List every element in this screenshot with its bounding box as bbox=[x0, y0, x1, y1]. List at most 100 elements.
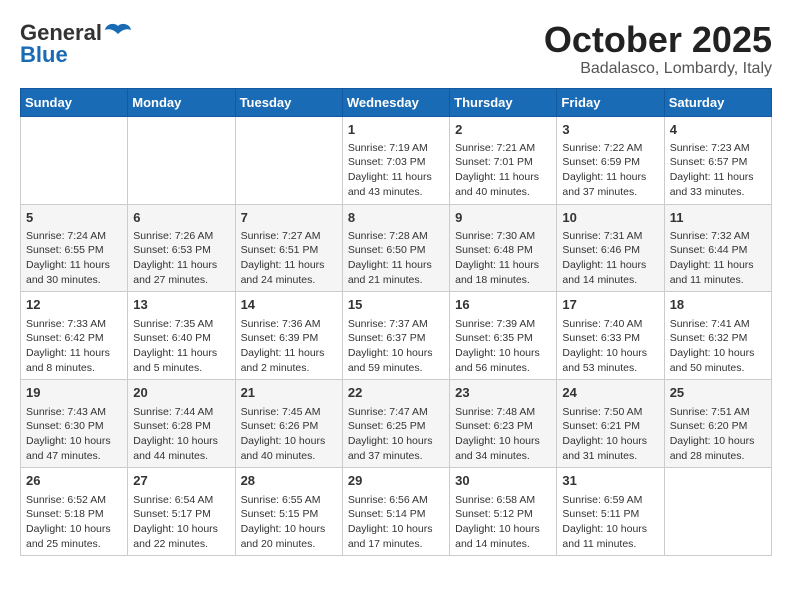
day-sunrise: Sunrise: 7:45 AM bbox=[241, 406, 321, 418]
day-sunset: Sunset: 6:30 PM bbox=[26, 420, 104, 432]
day-daylight: Daylight: 10 hours and 17 minutes. bbox=[348, 523, 433, 550]
day-daylight: Daylight: 11 hours and 33 minutes. bbox=[670, 171, 754, 198]
col-header-thursday: Thursday bbox=[450, 88, 557, 116]
calendar-cell: 24Sunrise: 7:50 AMSunset: 6:21 PMDayligh… bbox=[557, 380, 664, 468]
day-sunset: Sunset: 6:42 PM bbox=[26, 332, 104, 344]
day-number: 19 bbox=[26, 384, 122, 402]
calendar-cell: 3 Sunrise: 7:22 AM Sunset: 6:59 PM Daylight… bbox=[557, 116, 664, 204]
day-number: 1 bbox=[348, 121, 444, 139]
day-sunrise: Sunrise: 7:33 AM bbox=[26, 318, 106, 330]
day-number: 26 bbox=[26, 472, 122, 490]
day-sunrise: Sunrise: 7:21 AM bbox=[455, 142, 535, 154]
calendar-cell: 6Sunrise: 7:26 AMSunset: 6:53 PMDaylight… bbox=[128, 204, 235, 292]
day-sunset: Sunset: 7:03 PM bbox=[348, 156, 426, 168]
day-sunrise: Sunrise: 6:52 AM bbox=[26, 494, 106, 506]
col-header-sunday: Sunday bbox=[21, 88, 128, 116]
calendar-cell bbox=[21, 116, 128, 204]
day-daylight: Daylight: 10 hours and 40 minutes. bbox=[241, 435, 326, 462]
day-sunrise: Sunrise: 7:19 AM bbox=[348, 142, 428, 154]
day-daylight: Daylight: 10 hours and 50 minutes. bbox=[670, 347, 755, 374]
day-daylight: Daylight: 11 hours and 43 minutes. bbox=[348, 171, 432, 198]
day-daylight: Daylight: 10 hours and 47 minutes. bbox=[26, 435, 111, 462]
day-sunrise: Sunrise: 7:32 AM bbox=[670, 230, 750, 242]
day-daylight: Daylight: 10 hours and 56 minutes. bbox=[455, 347, 540, 374]
day-daylight: Daylight: 10 hours and 20 minutes. bbox=[241, 523, 326, 550]
day-daylight: Daylight: 11 hours and 24 minutes. bbox=[241, 259, 325, 286]
day-sunset: Sunset: 5:17 PM bbox=[133, 508, 211, 520]
day-daylight: Daylight: 11 hours and 8 minutes. bbox=[26, 347, 110, 374]
day-sunrise: Sunrise: 6:55 AM bbox=[241, 494, 321, 506]
day-sunset: Sunset: 6:59 PM bbox=[562, 156, 640, 168]
day-number: 16 bbox=[455, 296, 551, 314]
day-number: 21 bbox=[241, 384, 337, 402]
day-number: 3 bbox=[562, 121, 658, 139]
day-number: 30 bbox=[455, 472, 551, 490]
calendar-header-row: SundayMondayTuesdayWednesdayThursdayFrid… bbox=[21, 88, 772, 116]
day-sunset: Sunset: 5:14 PM bbox=[348, 508, 426, 520]
day-daylight: Daylight: 10 hours and 34 minutes. bbox=[455, 435, 540, 462]
day-sunrise: Sunrise: 7:31 AM bbox=[562, 230, 642, 242]
day-daylight: Daylight: 11 hours and 18 minutes. bbox=[455, 259, 539, 286]
calendar-cell: 27Sunrise: 6:54 AMSunset: 5:17 PMDayligh… bbox=[128, 468, 235, 556]
day-number: 27 bbox=[133, 472, 229, 490]
title-block: October 2025 Badalasco, Lombardy, Italy bbox=[544, 20, 772, 78]
calendar-cell bbox=[664, 468, 771, 556]
calendar-cell: 21 Sunrise: 7:45 AM Sunset: 6:26 PM Dayligh… bbox=[235, 380, 342, 468]
calendar-cell: 12Sunrise: 7:33 AMSunset: 6:42 PMDayligh… bbox=[21, 292, 128, 380]
week-row-1: 1 Sunrise: 7:19 AM Sunset: 7:03 PM Daylight… bbox=[21, 116, 772, 204]
calendar-cell: 2Sunrise: 7:21 AMSunset: 7:01 PMDaylight… bbox=[450, 116, 557, 204]
day-sunset: Sunset: 6:44 PM bbox=[670, 244, 748, 256]
day-number: 2 bbox=[455, 121, 551, 139]
day-daylight: Daylight: 11 hours and 27 minutes. bbox=[133, 259, 217, 286]
day-number: 24 bbox=[562, 384, 658, 402]
day-number: 7 bbox=[241, 209, 337, 227]
day-sunrise: Sunrise: 6:56 AM bbox=[348, 494, 428, 506]
page-header: General Blue October 2025 Badalasco, Lom… bbox=[20, 20, 772, 78]
calendar-cell: 11Sunrise: 7:32 AMSunset: 6:44 PMDayligh… bbox=[664, 204, 771, 292]
day-number: 6 bbox=[133, 209, 229, 227]
day-sunset: Sunset: 6:50 PM bbox=[348, 244, 426, 256]
day-sunrise: Sunrise: 7:51 AM bbox=[670, 406, 750, 418]
day-daylight: Daylight: 11 hours and 21 minutes. bbox=[348, 259, 432, 286]
day-number: 13 bbox=[133, 296, 229, 314]
calendar-cell: 17Sunrise: 7:40 AMSunset: 6:33 PMDayligh… bbox=[557, 292, 664, 380]
calendar-cell: 18Sunrise: 7:41 AMSunset: 6:32 PMDayligh… bbox=[664, 292, 771, 380]
day-sunrise: Sunrise: 7:28 AM bbox=[348, 230, 428, 242]
calendar-cell: 7Sunrise: 7:27 AMSunset: 6:51 PMDaylight… bbox=[235, 204, 342, 292]
calendar-cell: 31Sunrise: 6:59 AMSunset: 5:11 PMDayligh… bbox=[557, 468, 664, 556]
day-sunrise: Sunrise: 7:24 AM bbox=[26, 230, 106, 242]
day-daylight: Daylight: 11 hours and 14 minutes. bbox=[562, 259, 646, 286]
day-sunset: Sunset: 5:11 PM bbox=[562, 508, 639, 520]
calendar-cell: 20 Sunrise: 7:44 AM Sunset: 6:28 PM Dayligh… bbox=[128, 380, 235, 468]
day-sunset: Sunset: 5:12 PM bbox=[455, 508, 533, 520]
calendar-cell: 23Sunrise: 7:48 AMSunset: 6:23 PMDayligh… bbox=[450, 380, 557, 468]
day-daylight: Daylight: 11 hours and 2 minutes. bbox=[241, 347, 325, 374]
day-number: 9 bbox=[455, 209, 551, 227]
day-sunset: Sunset: 6:28 PM bbox=[133, 420, 211, 432]
day-sunset: Sunset: 6:25 PM bbox=[348, 420, 426, 432]
calendar-cell: 25Sunrise: 7:51 AMSunset: 6:20 PMDayligh… bbox=[664, 380, 771, 468]
day-sunset: Sunset: 6:35 PM bbox=[455, 332, 533, 344]
calendar-cell: 4Sunrise: 7:23 AMSunset: 6:57 PMDaylight… bbox=[664, 116, 771, 204]
day-number: 25 bbox=[670, 384, 766, 402]
day-sunset: Sunset: 6:26 PM bbox=[241, 420, 319, 432]
day-sunrise: Sunrise: 7:41 AM bbox=[670, 318, 750, 330]
col-header-wednesday: Wednesday bbox=[342, 88, 449, 116]
day-sunrise: Sunrise: 6:54 AM bbox=[133, 494, 213, 506]
day-daylight: Daylight: 11 hours and 37 minutes. bbox=[562, 171, 646, 198]
calendar-cell: 15Sunrise: 7:37 AMSunset: 6:37 PMDayligh… bbox=[342, 292, 449, 380]
day-daylight: Daylight: 11 hours and 40 minutes. bbox=[455, 171, 539, 198]
calendar-cell: 22Sunrise: 7:47 AMSunset: 6:25 PMDayligh… bbox=[342, 380, 449, 468]
day-sunrise: Sunrise: 7:44 AM bbox=[133, 406, 213, 418]
day-sunrise: Sunrise: 7:26 AM bbox=[133, 230, 213, 242]
calendar-cell: 10Sunrise: 7:31 AMSunset: 6:46 PMDayligh… bbox=[557, 204, 664, 292]
logo-bird-icon bbox=[104, 22, 132, 44]
day-daylight: Daylight: 10 hours and 59 minutes. bbox=[348, 347, 433, 374]
day-daylight: Daylight: 10 hours and 44 minutes. bbox=[133, 435, 218, 462]
day-sunrise: Sunrise: 7:22 AM bbox=[562, 142, 642, 154]
col-header-tuesday: Tuesday bbox=[235, 88, 342, 116]
calendar-cell: 5Sunrise: 7:24 AMSunset: 6:55 PMDaylight… bbox=[21, 204, 128, 292]
day-number: 31 bbox=[562, 472, 658, 490]
day-number: 20 bbox=[133, 384, 229, 402]
day-number: 23 bbox=[455, 384, 551, 402]
